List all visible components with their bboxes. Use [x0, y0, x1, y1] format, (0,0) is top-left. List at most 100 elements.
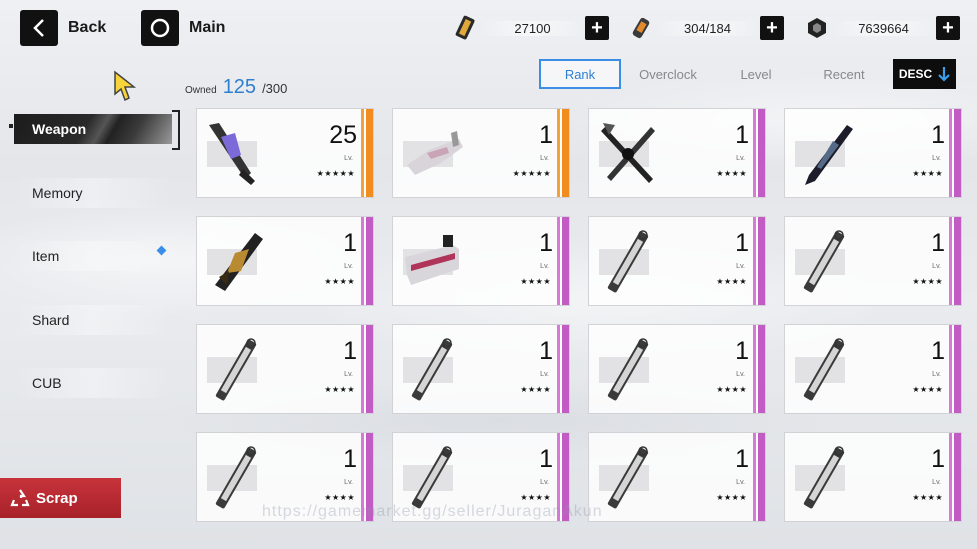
weapon-card[interactable]: 25 Lv. ★★★★★: [196, 108, 374, 198]
weapon-card[interactable]: 1 Lv. ★★★★: [392, 216, 570, 306]
weapon-level: 1: [931, 229, 945, 257]
weapon-art-icon: [401, 335, 465, 405]
rarity-stripe: [949, 109, 961, 197]
sidebar-item-memory[interactable]: Memory: [14, 178, 172, 208]
rarity-stripe: [949, 325, 961, 413]
rarity-stars: ★★★★: [520, 385, 551, 394]
weapon-card[interactable]: 1 Lv. ★★★★: [784, 216, 962, 306]
weapon-level: 1: [735, 445, 749, 473]
rarity-stars: ★★★★: [912, 493, 943, 502]
sort-order-label: DESC: [898, 67, 933, 81]
sidebar-item-shard[interactable]: Shard: [14, 305, 172, 335]
rarity-stars: ★★★★: [716, 385, 747, 394]
weapon-card[interactable]: 1 Lv. ★★★★: [784, 324, 962, 414]
weapon-card[interactable]: 1 Lv. ★★★★: [196, 216, 374, 306]
selection-bracket-right: [172, 110, 180, 150]
weapon-art-icon: [597, 443, 661, 513]
tab-overclock[interactable]: Overclock: [627, 59, 709, 89]
weapon-card[interactable]: 1 Lv. ★★★★: [588, 108, 766, 198]
weapon-level: 1: [539, 121, 553, 149]
watermark-text: https://gamemarket.gg/seller/JuraganAkun: [262, 503, 603, 520]
rarity-stripe: [361, 109, 373, 197]
main-label: Main: [189, 19, 226, 36]
back-button[interactable]: Back: [20, 10, 106, 46]
weapon-card[interactable]: 1 Lv. ★★★★: [784, 432, 962, 522]
weapon-card[interactable]: 1 Lv. ★★★★: [784, 108, 962, 198]
weapon-art-icon: [793, 443, 857, 513]
level-label: Lv.: [932, 263, 941, 270]
weapon-level: 25: [329, 121, 357, 149]
resource-gem: 7639664 +: [803, 12, 960, 44]
weapon-level: 1: [343, 337, 357, 365]
home-circle-icon: [141, 10, 179, 46]
rarity-stars: ★★★★: [520, 277, 551, 286]
level-label: Lv.: [736, 371, 745, 378]
rarity-stars: ★★★★: [912, 277, 943, 286]
level-label: Lv.: [736, 479, 745, 486]
tab-level[interactable]: Level: [715, 59, 797, 89]
weapon-level: 1: [931, 337, 945, 365]
level-label: Lv.: [540, 263, 549, 270]
weapon-level: 1: [539, 445, 553, 473]
rarity-stars: ★★★★: [912, 169, 943, 178]
rarity-stripe: [557, 217, 569, 305]
level-label: Lv.: [932, 371, 941, 378]
weapon-art-icon: [597, 227, 661, 297]
main-button[interactable]: Main: [141, 10, 225, 46]
sort-order-button[interactable]: DESC: [893, 59, 956, 89]
weapon-level: 1: [539, 337, 553, 365]
rarity-stars: ★★★★: [324, 277, 355, 286]
sidebar-item-cub[interactable]: CUB: [14, 368, 172, 398]
rarity-stars: ★★★★: [716, 277, 747, 286]
weapon-card[interactable]: 1 Lv. ★★★★★: [392, 108, 570, 198]
rarity-stripe: [361, 325, 373, 413]
recycle-icon: [10, 489, 30, 507]
weapon-level: 1: [343, 229, 357, 257]
scrap-button[interactable]: Scrap: [0, 478, 121, 518]
level-label: Lv.: [540, 155, 549, 162]
resource-battery: 304/184 +: [627, 12, 784, 44]
weapon-card[interactable]: 1 Lv. ★★★★: [196, 324, 374, 414]
battery-icon: [627, 14, 655, 42]
sidebar-item-label: Weapon: [32, 121, 87, 137]
scrap-label: Scrap: [36, 489, 78, 507]
sidebar-item-weapon[interactable]: Weapon: [14, 114, 172, 144]
rarity-stripe: [753, 433, 765, 521]
add-gold-button[interactable]: +: [585, 16, 609, 40]
resource-gold: 27100 +: [452, 12, 609, 44]
selection-bracket-left: [9, 124, 13, 128]
level-label: Lv.: [932, 479, 941, 486]
gold-value: 27100: [480, 20, 585, 36]
add-battery-button[interactable]: +: [760, 16, 784, 40]
weapon-art-icon: [401, 227, 465, 297]
owned-count: 125: [222, 76, 257, 98]
weapon-level: 1: [931, 445, 945, 473]
weapon-art-icon: [401, 119, 465, 189]
battery-value: 304/184: [655, 20, 760, 36]
rarity-stripe: [557, 325, 569, 413]
owned-max: /300: [262, 81, 288, 96]
gem-icon: [803, 14, 831, 42]
tab-rank[interactable]: Rank: [539, 59, 621, 89]
weapon-card[interactable]: 1 Lv. ★★★★: [392, 324, 570, 414]
rarity-stars: ★★★★★: [512, 169, 551, 178]
weapon-art-icon: [793, 119, 857, 189]
weapon-art-icon: [205, 119, 269, 189]
level-label: Lv.: [344, 371, 353, 378]
sidebar-item-label: Item: [32, 248, 60, 264]
weapon-card[interactable]: 1 Lv. ★★★★: [588, 432, 766, 522]
add-gem-button[interactable]: +: [936, 16, 960, 40]
weapon-card[interactable]: 1 Lv. ★★★★: [588, 216, 766, 306]
level-label: Lv.: [736, 263, 745, 270]
back-label: Back: [68, 19, 107, 36]
rarity-stripe: [753, 325, 765, 413]
weapon-art-icon: [793, 335, 857, 405]
weapon-card[interactable]: 1 Lv. ★★★★: [588, 324, 766, 414]
rarity-stars: ★★★★: [912, 385, 943, 394]
sidebar-item-item[interactable]: Item: [14, 241, 172, 271]
owned-label: Owned: [185, 85, 217, 96]
weapon-art-icon: [597, 335, 661, 405]
weapon-level: 1: [735, 121, 749, 149]
weapon-art-icon: [205, 227, 269, 297]
tab-recent[interactable]: Recent: [803, 59, 885, 89]
